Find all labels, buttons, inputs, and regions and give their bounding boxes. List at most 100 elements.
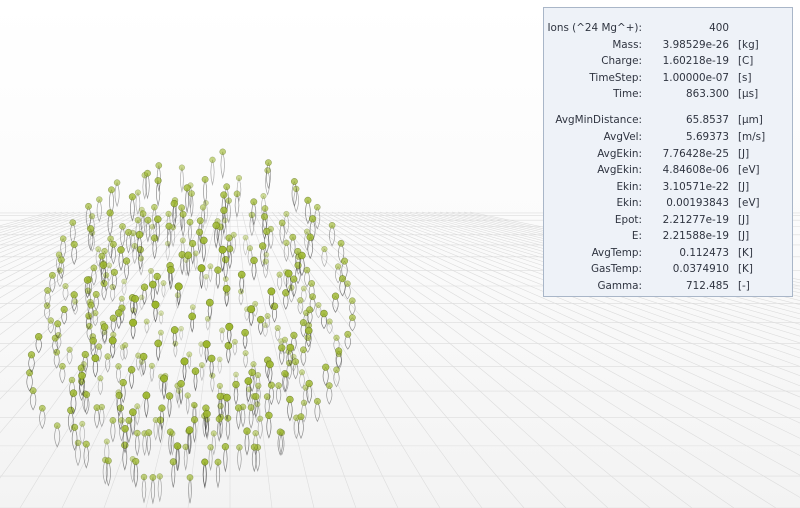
- ion-particle: [154, 339, 163, 348]
- ion-particle: [173, 442, 182, 450]
- ion-particle: [70, 240, 78, 248]
- ion-particle: [135, 230, 144, 239]
- stat-row-gas-temp: GasTemp: 0.0374910 [K]: [544, 261, 792, 277]
- ion-particle: [113, 179, 121, 186]
- ion-particle: [225, 234, 233, 242]
- ion-particle: [106, 262, 113, 269]
- ion-trail: [141, 476, 147, 504]
- ion-particle: [157, 329, 164, 336]
- grid-line: [271, 211, 525, 508]
- ion-particle: [267, 381, 275, 389]
- ion-particle: [82, 440, 90, 448]
- ion-particle: [59, 362, 66, 370]
- ion-particle: [308, 280, 316, 287]
- ion-particle: [250, 256, 258, 265]
- ion-particle: [344, 330, 352, 338]
- ion-particle: [201, 175, 209, 183]
- stat-row-avg-ekin-ev: AvgEkin: 4.84608e-06 [eV]: [544, 162, 792, 178]
- stat-value: 712.485: [686, 280, 729, 292]
- ion-trail: [150, 477, 156, 505]
- ion-particle: [105, 457, 112, 465]
- ion-particle: [119, 223, 126, 230]
- ion-particle: [109, 240, 117, 248]
- ion-particle: [160, 374, 168, 383]
- ion-particle: [151, 203, 158, 211]
- stat-row-epot: Epot: 2.21277e-19 [J]: [544, 212, 792, 228]
- stat-value: 0.112473: [679, 247, 729, 259]
- ion-particle: [186, 351, 193, 358]
- ion-particle: [304, 196, 312, 204]
- ion-particle: [220, 191, 228, 199]
- ion-particle: [274, 324, 281, 332]
- ion-trail: [237, 447, 242, 472]
- stat-row-ekin-joule: Ekin: 3.10571e-22 [J]: [544, 179, 792, 195]
- ion-particle: [284, 269, 293, 278]
- ion-particle: [62, 283, 69, 290]
- ion-particle: [325, 382, 333, 389]
- grid-line: [0, 211, 75, 236]
- stat-label: Charge:: [601, 55, 642, 67]
- stat-value: 400: [709, 22, 729, 34]
- grid-line: [0, 211, 153, 309]
- simulation-viewport[interactable]: Ions (^24 Mg^+): 400 Mass: 3.98529e-26 […: [0, 0, 800, 508]
- stat-value: 3.10571e-22: [662, 181, 729, 193]
- ion-particle: [299, 319, 307, 327]
- ion-particle: [97, 375, 104, 382]
- grid-line: [0, 211, 81, 239]
- ion-particle: [60, 305, 68, 313]
- stat-label: AvgTemp:: [591, 247, 642, 259]
- ion-trail: [208, 447, 213, 472]
- ion-particle: [106, 209, 114, 217]
- ion-particle: [87, 301, 95, 309]
- ion-particle: [118, 417, 125, 424]
- ion-particle: [207, 354, 216, 363]
- ion-trail: [220, 151, 225, 180]
- ion-particle: [114, 309, 123, 317]
- ion-particle: [289, 233, 297, 241]
- ion-particle: [224, 341, 233, 350]
- ion-particle: [108, 336, 117, 345]
- ion-trail: [211, 433, 216, 456]
- ion-particle: [306, 233, 314, 241]
- ion-trail: [183, 446, 188, 471]
- ion-particle: [276, 271, 283, 278]
- grid-line: [0, 211, 63, 231]
- grid-line: [253, 211, 399, 508]
- ion-particle: [308, 215, 317, 223]
- stat-label: Gamma:: [597, 280, 642, 292]
- ion-particle: [326, 318, 333, 325]
- ion-particle: [247, 305, 256, 314]
- stat-label: Ions (^24 Mg^+):: [547, 22, 642, 34]
- ion-particle: [139, 352, 148, 361]
- stat-unit: [J]: [738, 148, 750, 160]
- ion-trail: [114, 182, 120, 208]
- stat-label: Time:: [613, 88, 642, 100]
- stat-label: Ekin:: [616, 197, 642, 209]
- ion-particle: [139, 210, 147, 218]
- ion-particle: [99, 261, 108, 269]
- stat-unit: [µm]: [738, 114, 763, 126]
- ion-particle: [205, 298, 214, 307]
- ion-particle: [232, 380, 240, 389]
- ion-particle: [257, 415, 264, 422]
- stat-unit: [J]: [738, 181, 750, 193]
- ion-particle: [184, 392, 191, 399]
- stat-unit: [K]: [738, 263, 753, 275]
- ion-particle: [218, 245, 227, 254]
- stat-unit: [eV]: [738, 164, 760, 176]
- simulation-stats-panel: Ions (^24 Mg^+): 400 Mass: 3.98529e-26 […: [543, 7, 793, 297]
- ion-particle: [290, 331, 298, 339]
- stat-unit: [J]: [738, 214, 750, 226]
- stat-unit: [C]: [738, 55, 754, 67]
- ion-particle: [261, 205, 269, 212]
- ion-particle: [216, 392, 224, 401]
- ion-particle: [314, 203, 321, 211]
- ion-particle: [109, 417, 117, 424]
- ion-particle: [260, 213, 269, 221]
- stat-label: TimeStep:: [589, 72, 642, 84]
- ion-particle: [233, 190, 241, 198]
- stat-value: 1.60218e-19: [662, 55, 729, 67]
- stat-label: E:: [631, 230, 642, 242]
- ion-particle: [349, 314, 356, 322]
- stat-label: GasTemp:: [590, 263, 642, 275]
